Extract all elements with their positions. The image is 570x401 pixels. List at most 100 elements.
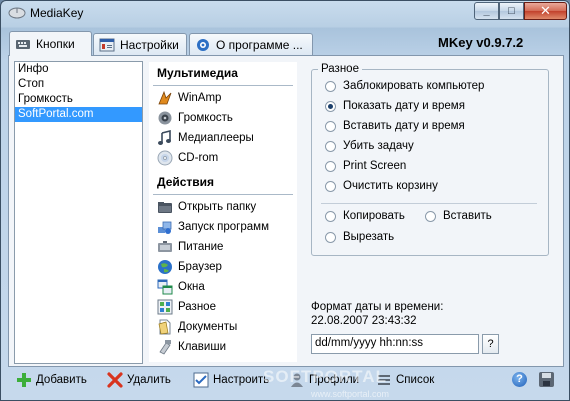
power-icon [158,241,172,252]
tab-about[interactable]: О программе ... [189,33,313,55]
radio-indicator [325,210,336,222]
programs-icon [158,221,172,234]
date-format-preview: 22.08.2007 23:43:32 [311,315,417,327]
main-window: MediaKey _ □ ✕ Кнопки Настройки О програ… [0,0,570,401]
tab-buttons[interactable]: Кнопки [9,31,92,56]
action-label: WinAmp [178,92,222,104]
radio-indicator [325,160,336,172]
radio-paste[interactable]: Вставить [425,210,492,222]
radio-show-datetime[interactable]: Показать дату и время [325,100,465,112]
close-icon: ✕ [540,3,551,18]
action-label: Клавиши [178,341,226,353]
info-icon [197,38,209,51]
radio-cut[interactable]: Вырезать [325,231,394,243]
action-misc[interactable]: Разное [149,297,297,317]
radio-kill-task[interactable]: Убить задачу [325,140,414,152]
tab-buttons-label: Кнопки [36,37,75,51]
keyboard-icon [16,40,30,49]
list-item-selected[interactable]: SoftPortal.com [15,107,142,122]
misc-group-title: Разное [318,63,362,75]
action-cdrom[interactable]: CD-rom [149,148,297,168]
radio-empty-recycle-bin[interactable]: Очистить корзину [325,180,438,192]
cd-icon [157,150,173,166]
help-button[interactable]: ? [512,372,527,387]
radio-indicator [325,120,336,132]
delete-x-icon [107,372,123,388]
speaker-icon [158,111,172,125]
window-title: MediaKey [30,6,84,20]
radio-lock-computer[interactable]: Заблокировать компьютер [325,80,484,92]
winamp-icon [158,90,172,105]
watermark-url: www.softportal.com [311,389,390,399]
action-mediaplayers[interactable]: Медиаплееры [149,128,297,148]
list-item[interactable]: Инфо [15,62,142,77]
document-icon [158,319,171,335]
music-note-icon [158,130,171,145]
list-item[interactable]: Стоп [15,77,142,92]
multimedia-heading: Мультимедиа [157,66,238,80]
radio-print-screen[interactable]: Print Screen [325,160,406,172]
maximize-icon: □ [508,5,515,17]
date-format-input[interactable]: dd/mm/yyyy hh:nn:ss [311,334,479,354]
radio-copy[interactable]: Копировать [325,210,405,222]
radio-indicator [325,180,336,192]
radio-indicator [325,80,336,92]
radio-insert-datetime[interactable]: Вставить дату и время [325,120,465,132]
action-label: Запуск программ [178,221,269,233]
action-label: Документы [178,321,238,333]
watermark-text: SOFTPORTAL [263,367,387,386]
tab-panel: Инфо Стоп Громкость SoftPortal.com Мульт… [8,55,564,367]
action-power[interactable]: Питание [149,237,297,257]
date-format-help-button[interactable]: ? [482,334,499,354]
list-button-label: Список [396,374,435,386]
radio-label: Убить задачу [343,140,414,152]
radio-label: Print Screen [343,160,407,172]
tab-about-label: О программе ... [216,37,303,52]
add-button[interactable]: Добавить [16,371,87,389]
settings-icon [99,38,115,51]
misc-icon [157,299,173,315]
action-label: Медиаплееры [178,132,254,144]
save-icon[interactable] [539,372,554,387]
windows-icon [157,279,173,295]
tab-settings[interactable]: Настройки [93,33,187,55]
action-label: Браузер [178,261,222,273]
minimize-icon: _ [483,5,490,17]
maximize-button[interactable]: □ [499,2,524,20]
action-browser[interactable]: Браузер [149,257,297,277]
actions-panel: Мультимедиа WinAmp Громкость Медиаплееры… [149,62,297,362]
radio-indicator [425,210,436,222]
radio-label: Вырезать [343,231,395,243]
action-label: Питание [178,241,224,253]
delete-button[interactable]: Удалить [107,371,171,389]
add-button-label: Добавить [36,374,87,386]
folder-icon [158,202,172,213]
actions-heading: Действия [157,175,215,189]
action-run-programs[interactable]: Запуск программ [149,217,297,237]
action-keys[interactable]: Клавиши [149,337,297,357]
minimize-button[interactable]: _ [474,2,499,20]
radio-label: Заблокировать компьютер [343,80,485,92]
radio-indicator [325,100,336,112]
close-button[interactable]: ✕ [524,2,567,20]
action-winamp[interactable]: WinAmp [149,88,297,108]
action-documents[interactable]: Документы [149,317,297,337]
action-windows[interactable]: Окна [149,277,297,297]
action-label: Окна [178,281,205,293]
date-format-label: Формат даты и времени: 22.08.2007 23:43:… [311,300,443,328]
version-label: MKey v0.9.7.2 [438,35,524,50]
buttons-list[interactable]: Инфо Стоп Громкость SoftPortal.com [14,61,143,364]
plus-icon [17,373,31,387]
action-volume[interactable]: Громкость [149,108,297,128]
configure-button[interactable]: Настроить [193,371,269,389]
divider [321,203,537,204]
keys-icon [159,340,171,355]
radio-indicator [325,140,336,152]
list-item[interactable]: Громкость [15,92,142,107]
radio-label: Показать дату и время [343,100,465,112]
checklist-icon [193,372,209,388]
action-open-folder[interactable]: Открыть папку [149,197,297,217]
divider [153,194,293,195]
divider [153,85,293,86]
title-bar[interactable]: MediaKey _ □ ✕ [1,1,569,27]
